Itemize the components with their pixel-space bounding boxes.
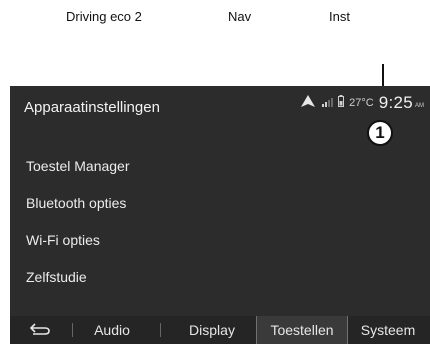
menu-item-label: Bluetooth opties [26,195,127,211]
menu-item-bluetooth-opties[interactable]: Bluetooth opties [10,187,430,221]
callout-badge: 1 [367,120,393,146]
signal-icon [321,94,334,112]
menu-item-wifi-opties[interactable]: Wi-Fi opties [10,224,430,258]
bottom-tab-bar: Audio Display Toestellen Systeem [10,316,430,344]
navigation-arrow-icon [300,94,316,113]
tab-label: Display [189,322,235,338]
tab-label: Audio [94,322,130,338]
back-icon [29,322,51,339]
back-button[interactable] [16,316,64,344]
tab-label: Systeem [360,322,416,338]
tab-audio[interactable]: Audio [76,316,148,344]
tab-divider [72,323,73,337]
tab-toestellen[interactable]: Toestellen [256,316,348,344]
tab-display[interactable]: Display [170,316,254,344]
page-title: Apparaatinstellingen [24,99,160,116]
clock: 9:25 [378,93,413,112]
tab-label: Toestellen [270,322,334,338]
top-tab-nav[interactable]: Nav [228,9,251,24]
tab-divider [160,323,161,337]
menu-item-zelfstudie[interactable]: Zelfstudie [10,261,430,295]
clock-ampm: AM [415,103,424,109]
top-tab-driving-eco[interactable]: Driving eco 2 [66,9,142,24]
temperature-readout: 27°C [349,97,374,109]
device-screen: Apparaatinstellingen 27°C 9:25 AM Toeste… [10,86,430,344]
status-area: 27°C 9:25 AM [300,93,424,113]
tab-systeem[interactable]: Systeem [348,316,428,344]
top-tab-inst[interactable]: Inst [329,9,350,24]
header-bar: Apparaatinstellingen 27°C 9:25 AM [10,86,430,128]
battery-icon [338,94,345,112]
menu-item-label: Wi-Fi opties [26,232,100,248]
menu-item-label: Toestel Manager [26,158,130,174]
menu-item-label: Zelfstudie [26,269,87,285]
menu-item-toestel-manager[interactable]: Toestel Manager [10,150,430,184]
